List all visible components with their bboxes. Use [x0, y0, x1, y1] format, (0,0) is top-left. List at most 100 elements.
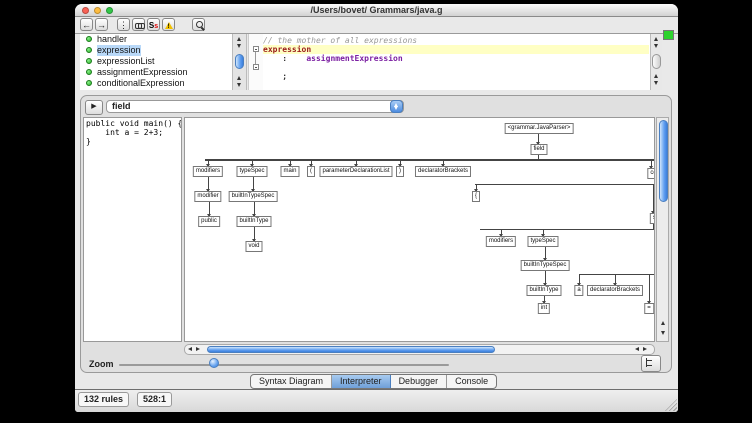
tree-connector: [254, 202, 255, 216]
scroll-right-icon[interactable]: [643, 347, 647, 351]
scroll-up-icon[interactable]: [237, 37, 241, 41]
editor-code[interactable]: // the mother of all expressionsexpressi…: [263, 36, 649, 81]
app-window: /Users/bovet/ Grammars/java.g ← → ⋮ Ss !…: [75, 4, 678, 412]
rule-list-item[interactable]: conditionalExpression: [80, 78, 232, 89]
rule-list-scrollbar[interactable]: [232, 34, 247, 90]
tree-connector: [538, 134, 539, 144]
editor-scrollbar[interactable]: [650, 34, 662, 90]
sort-rules-button[interactable]: ⋮: [117, 18, 130, 31]
fold-marker-icon[interactable]: [253, 64, 259, 70]
tree-node: <grammar.JavaParser>: [505, 123, 574, 134]
editor-fold-gutter[interactable]: [249, 34, 263, 90]
tree-node: ): [396, 166, 404, 177]
tree-node: builtInType: [236, 216, 271, 227]
combo-stepper-icon[interactable]: [390, 100, 403, 113]
forward-button[interactable]: →: [95, 18, 108, 31]
rule-list-item[interactable]: assignmentExpression: [80, 67, 232, 78]
fold-marker-icon[interactable]: [253, 46, 259, 52]
code-segment: :: [263, 54, 306, 63]
tree-connector: [543, 229, 544, 236]
tree-hscroll-thumb[interactable]: [207, 346, 495, 353]
scroll-left-icon[interactable]: [635, 347, 639, 351]
rule-status-icon: [86, 80, 92, 86]
rule-label: conditionalExpression: [97, 78, 185, 89]
zoom-label: Zoom: [89, 359, 114, 369]
tree-node: modifiers: [486, 236, 516, 247]
resize-grip[interactable]: [665, 399, 677, 411]
rule-list-item[interactable]: handler: [80, 34, 232, 45]
syntax-diagram-link-button[interactable]: [132, 18, 145, 31]
rule-list[interactable]: handlerexpressionexpressionListassignmen…: [80, 34, 232, 90]
tree-layout-button[interactable]: [641, 355, 661, 372]
scroll-up-icon[interactable]: [654, 37, 658, 41]
tree-node: main: [280, 166, 299, 177]
zoom-slider-track[interactable]: [119, 364, 449, 366]
run-interpreter-button[interactable]: ▶: [85, 100, 103, 115]
tree-node: public: [198, 216, 220, 227]
tree-connector: [476, 184, 477, 191]
rule-list-scroll-thumb[interactable]: [235, 54, 244, 69]
editor-scroll-thumb[interactable]: [652, 54, 661, 69]
scroll-down-icon[interactable]: [654, 44, 658, 48]
back-button[interactable]: ←: [80, 18, 93, 31]
scroll-down-icon[interactable]: [237, 83, 241, 87]
code-segment: ;: [263, 72, 287, 81]
scroll-down-icon[interactable]: [654, 81, 658, 85]
editor-line[interactable]: // the mother of all expressions: [263, 36, 649, 45]
editor-line[interactable]: ;: [263, 72, 649, 81]
code-segment: expression: [263, 45, 311, 54]
tree-vscroll-thumb[interactable]: [659, 120, 668, 202]
tree-horizontal-scrollbar[interactable]: [184, 344, 655, 355]
tab-console[interactable]: Console: [447, 375, 496, 388]
scroll-down-icon[interactable]: [661, 331, 665, 335]
case-sensitive-button[interactable]: Ss: [147, 18, 160, 31]
tab-interpreter[interactable]: Interpreter: [332, 375, 391, 388]
tree-node: =: [644, 303, 654, 314]
grammar-editor[interactable]: // the mother of all expressionsexpressi…: [248, 34, 662, 90]
parse-tree-canvas[interactable]: <grammar.JavaParser>fieldmodifierstypeSp…: [184, 117, 655, 342]
tab-syntax-diagram[interactable]: Syntax Diagram: [251, 375, 332, 388]
rule-label: assignmentExpression: [97, 67, 188, 78]
tree-connector: [538, 155, 539, 159]
scroll-up-icon[interactable]: [661, 321, 665, 325]
tree-node: field: [530, 144, 547, 155]
tree-node: void: [245, 241, 262, 252]
tree-node: declaratorBrackets: [415, 166, 471, 177]
scroll-down-icon[interactable]: [237, 44, 241, 48]
code-segment: // the mother of all expressions: [263, 36, 417, 45]
view-tabs[interactable]: Syntax DiagramInterpreterDebuggerConsole: [250, 374, 497, 389]
tab-debugger[interactable]: Debugger: [391, 375, 448, 388]
tree-connector: [653, 184, 654, 213]
rule-status-icon: [86, 58, 92, 64]
scroll-left-icon[interactable]: [188, 347, 192, 351]
sort-rules-icon: ⋮: [119, 20, 128, 30]
title-bar[interactable]: /Users/bovet/ Grammars/java.g: [75, 4, 678, 17]
tree-node: compoundStatement: [647, 168, 655, 179]
zoom-slider-thumb[interactable]: [209, 358, 219, 368]
scroll-right-icon[interactable]: [196, 347, 200, 351]
test-input-code[interactable]: public void main() { int a = 2+3; }: [86, 119, 179, 146]
find-button[interactable]: [192, 18, 205, 31]
rule-list-item[interactable]: expressionList: [80, 56, 232, 67]
editor-line[interactable]: : assignmentExpression: [263, 54, 649, 63]
tree-connector: [475, 184, 655, 185]
test-input-area[interactable]: public void main() { int a = 2+3; }: [83, 117, 182, 342]
warnings-button[interactable]: !: [162, 18, 175, 31]
tree-node: a: [574, 285, 583, 296]
editor-line[interactable]: expression: [263, 45, 649, 54]
tree-node: modifier: [194, 191, 221, 202]
rule-list-item[interactable]: expression: [80, 45, 232, 56]
tree-hierarchy-icon: [646, 358, 647, 367]
rule-count-badge: 132 rules: [78, 392, 129, 407]
tree-node: builtInTypeSpec: [229, 191, 278, 202]
tree-node: builtInType: [526, 285, 561, 296]
rule-status-icon: [86, 36, 92, 42]
scroll-up-icon[interactable]: [237, 76, 241, 80]
editor-line[interactable]: [263, 63, 649, 72]
forward-arrow-icon: →: [97, 20, 106, 30]
tree-vertical-scrollbar[interactable]: [656, 117, 669, 342]
tree-connector: [615, 274, 616, 285]
start-rule-combo[interactable]: field: [106, 100, 404, 113]
scroll-up-icon[interactable]: [654, 74, 658, 78]
back-arrow-icon: ←: [82, 20, 91, 30]
